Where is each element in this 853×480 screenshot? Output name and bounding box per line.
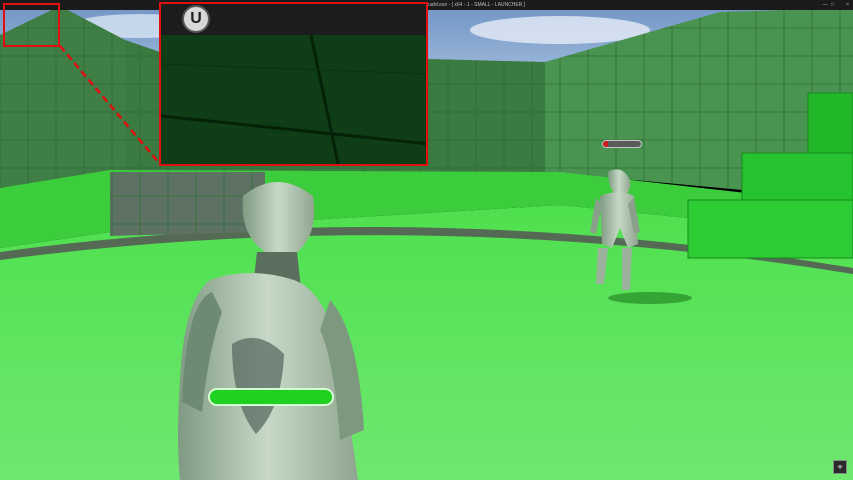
player-health-fill [210,390,332,404]
close-icon[interactable]: × [846,0,849,10]
game-viewport[interactable]: uafd.exe - [ x64 - 1 - SMALL - LAUNCHER … [0,0,853,480]
zoomed-wall [161,34,426,164]
zoom-source-highlight [3,3,60,47]
enemy-health-fill [603,141,608,147]
zoom-inset: U [159,2,428,166]
window-controls[interactable]: — □ [823,0,835,10]
window-title: uafd.exe - [ x64 - 1 - SMALL - LAUNCHER … [428,2,526,8]
screenshot-icon[interactable]: ⌖ [833,460,847,474]
player-health-bar [208,388,334,406]
enemy-health-bar [602,140,642,148]
